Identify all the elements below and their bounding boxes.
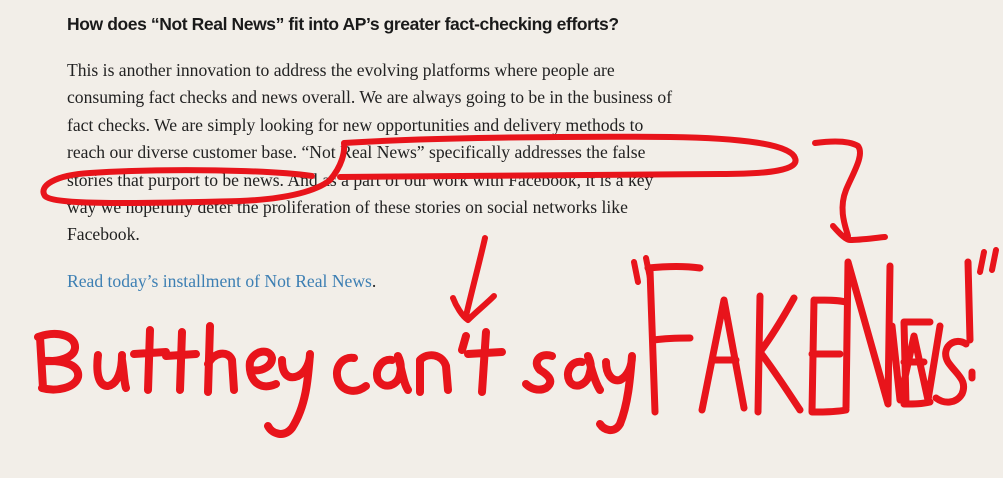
paragraph-line: stories that purport to be news. And as … — [67, 169, 654, 190]
right-arrow — [812, 138, 888, 243]
handwritten-word-they — [162, 322, 314, 438]
handwritten-open-quote — [631, 255, 653, 285]
handwritten-word-cant — [333, 328, 506, 396]
handwritten-word-say — [522, 351, 636, 434]
handwritten-word-news — [842, 258, 970, 412]
paragraph-line: fact checks. We are simply looking for n… — [67, 114, 644, 135]
installment-link[interactable]: Read today’s installment of Not Real New… — [67, 271, 372, 291]
paragraph-line: reach our diverse customer base. “Not Re… — [67, 142, 646, 163]
handwritten-close-quote — [977, 247, 999, 275]
handwritten-word-but — [34, 326, 170, 394]
installment-link-paragraph: Read today’s installment of Not Real New… — [67, 268, 376, 295]
down-arrow — [450, 235, 497, 323]
paragraph-line: consuming fact checks and news overall. … — [67, 87, 673, 108]
link-suffix: . — [371, 271, 377, 291]
handwritten-word-fake — [644, 263, 850, 416]
section-heading: How does “Not Real News” fit into AP’s g… — [67, 14, 619, 34]
paragraph-line: Facebook. — [67, 224, 140, 245]
handwritten-exclamation — [964, 258, 976, 382]
paragraph-line: way we hopefully deter the proliferation… — [67, 197, 628, 218]
paragraph-line: This is another innovation to address th… — [67, 60, 615, 80]
article-paragraph: This is another innovation to address th… — [67, 57, 767, 249]
